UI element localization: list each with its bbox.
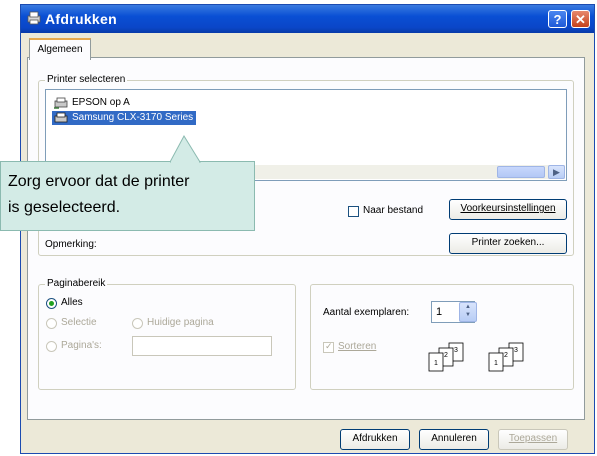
radio-pages-label: Pagina's: [61,340,102,351]
collate-page-1: 1 [494,360,498,367]
scroll-right-icon[interactable]: ▶ [548,165,565,179]
collate-page-3: 3 [514,347,518,354]
printer-icon [54,112,68,124]
copies-value: 1 [436,306,443,318]
radio-current-page-label: Huidige pagina [147,317,214,328]
radio-all[interactable] [46,298,57,309]
printer-item-label: Samsung CLX-3170 Series [72,112,194,123]
preferences-button[interactable]: Voorkeursinstellingen [449,199,567,220]
page-range-group: Paginabereik Alles Selectie Huidige pagi… [38,278,296,390]
printer-icon [27,11,41,25]
print-button[interactable]: Afdrukken [340,429,410,450]
callout-line-2: is geselecteerd. [8,199,121,216]
printer-select-title: Printer selecteren [45,74,128,85]
print-button-label: Afdrukken [352,433,398,444]
collate-page-1: 1 [434,360,438,367]
tab-panel: Printer selecteren EPSON op A Samsung CL… [27,57,585,420]
printer-item-epson[interactable]: EPSON op A [52,96,133,110]
radio-current-page[interactable] [132,318,143,329]
cancel-button[interactable]: Annuleren [419,429,489,450]
apply-button-label: Toepassen [508,433,558,444]
pages-input[interactable] [132,336,272,356]
printer-icon [54,97,68,109]
collate-label-text: Sorteren [338,341,377,352]
collate-page-3: 3 [454,347,458,354]
spinner-up-icon[interactable]: ▲ [465,304,471,310]
collate-label: Sorteren [338,341,376,352]
collate-checkbox[interactable]: ✓ [323,341,334,353]
find-printer-button[interactable]: Printer zoeken... [449,233,567,254]
copies-spinner[interactable]: ▲ ▼ [459,302,477,322]
callout-line-1: Zorg ervoor dat de printer [8,173,190,190]
page-range-title: Paginabereik [45,278,108,289]
printer-item-samsung[interactable]: Samsung CLX-3170 Series [52,111,197,125]
apply-button[interactable]: Toepassen [498,429,568,450]
copies-group: Aantal exemplaren: 1 ▲ ▼ ✓ Sorteren 3 2 … [310,284,574,390]
radio-all-label: Alles [61,297,83,308]
printer-item-label: EPSON op A [72,97,130,108]
callout-text: Zorg ervoor dat de printer is geselectee… [8,169,189,221]
close-button[interactable]: ✕ [571,10,590,28]
radio-selection[interactable] [46,318,57,329]
collate-page-2: 2 [504,352,508,359]
window-title: Afdrukken [45,11,117,27]
callout-pointer [170,135,201,163]
callout-box: Zorg ervoor dat de printer is geselectee… [0,161,255,231]
print-to-file-checkbox[interactable] [348,206,359,217]
radio-dot [49,301,54,306]
tab-algemeen[interactable]: Algemeen [29,38,91,60]
help-button[interactable]: ? [548,10,567,28]
collate-page-2: 2 [444,352,448,359]
check-icon: ✓ [325,341,333,351]
title-bar[interactable]: Afdrukken ? ✕ [21,5,594,33]
radio-pages[interactable] [46,341,57,352]
comment-label: Opmerking: [45,239,97,250]
spinner-down-icon[interactable]: ▼ [465,312,471,318]
copies-label: Aantal exemplaren: [323,307,410,318]
collate-illustration-icon: 3 2 1 3 2 1 [428,342,524,372]
radio-selection-label: Selectie [61,317,97,328]
scrollbar-thumb[interactable] [497,166,545,178]
preferences-button-label: Voorkeursinstellingen [460,203,556,214]
print-to-file-label: Naar bestand [363,205,424,216]
